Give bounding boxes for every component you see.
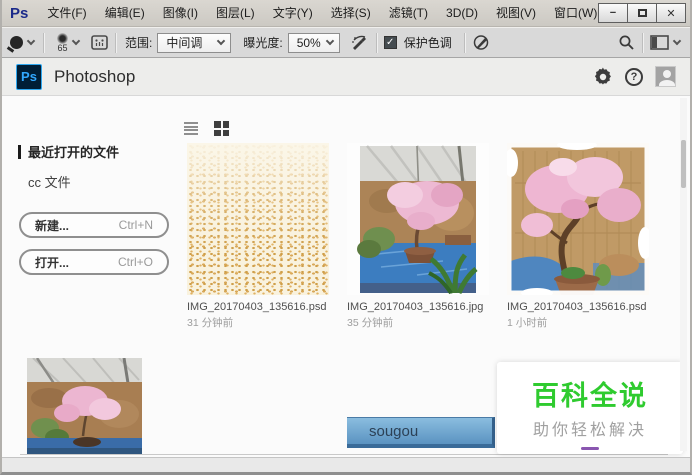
options-right-tools — [618, 32, 682, 53]
separator — [463, 32, 465, 53]
menu-type[interactable]: 文字(Y) — [264, 0, 322, 26]
workspace-switcher-icon[interactable] — [650, 35, 669, 50]
file-name: IMG_20170403_135616.psd — [507, 301, 647, 313]
exposure-label: 曝光度: — [243, 36, 283, 50]
menu-3d[interactable]: 3D(D) — [437, 0, 487, 26]
burn-tool-preset[interactable] — [10, 36, 36, 49]
separator — [375, 32, 377, 53]
ps-app-icon: Ps — [10, 4, 29, 22]
recent-files-label: 最近打开的文件 — [28, 145, 120, 160]
file-thumbnail-greenhouse-photo[interactable] — [27, 358, 142, 454]
open-file-button[interactable]: 打开... Ctrl+O — [19, 249, 169, 275]
chevron-down-icon — [672, 36, 682, 46]
sougou-label: sougou — [369, 422, 419, 440]
menu-select[interactable]: 选择(S) — [322, 0, 380, 26]
maximize-icon — [637, 9, 647, 17]
ps-badge-icon: Ps — [16, 63, 42, 90]
minimize-button[interactable]: − — [598, 3, 628, 23]
burn-tool-icon — [10, 36, 23, 49]
watermark-title: 百科全说 — [532, 381, 648, 411]
menu-image[interactable]: 图像(I) — [154, 0, 207, 26]
open-button-label: 打开... — [35, 255, 70, 270]
active-indicator — [18, 144, 21, 159]
app-title: Photoshop — [54, 66, 136, 86]
separator — [115, 32, 116, 53]
grid-view-toggle-icon[interactable] — [214, 121, 229, 136]
recent-file-card[interactable]: IMG_20170403_135616.psd 1 小时前 — [507, 143, 649, 330]
range-dropdown[interactable]: 中间调 — [157, 32, 232, 53]
watermark-dash — [581, 447, 599, 450]
pen-pressure-icon[interactable] — [472, 34, 491, 51]
tool-options-bar: 65 范围: 中间调 曝光度: 50% ✓ 保护色调 — [2, 27, 690, 58]
chevron-down-icon — [325, 36, 334, 46]
toggle-brush-panel-icon[interactable] — [91, 35, 108, 50]
file-time: 1 小时前 — [507, 317, 548, 329]
separator — [43, 32, 44, 53]
exposure-value: 50% — [296, 35, 321, 50]
sougou-ime-banner[interactable]: sougou — [347, 417, 495, 448]
chevron-down-icon — [26, 36, 36, 46]
exposure-dropdown[interactable]: 50% — [287, 32, 340, 53]
file-thumbnail-blossom-psd — [507, 143, 649, 295]
range-value: 中间调 — [166, 36, 203, 50]
gear-icon[interactable] — [593, 66, 613, 87]
menu-filter[interactable]: 滤镜(T) — [380, 0, 437, 26]
menu-layer[interactable]: 图层(L) — [207, 0, 264, 26]
watermark-card: 百科全说 助你轻松解决 — [497, 362, 683, 454]
menu-edit[interactable]: 编辑(E) — [96, 0, 154, 26]
menu-file[interactable]: 文件(F) — [38, 0, 95, 26]
brush-preset-picker[interactable]: 65 — [51, 33, 81, 53]
airbrush-icon[interactable] — [350, 34, 369, 51]
titlebar: Ps 文件(F) 编辑(E) 图像(I) 图层(L) 文字(Y) 选择(S) 滤… — [2, 0, 690, 27]
start-header: Ps Photoshop ? — [2, 58, 690, 96]
list-view-toggle-icon[interactable] — [184, 122, 198, 135]
separator — [642, 32, 643, 53]
recent-file-card[interactable]: IMG_20170403_135616.psd 31 分钟前 — [187, 143, 329, 330]
close-button[interactable]: ✕ — [656, 3, 686, 23]
sidebar-item-cc-files[interactable]: cc 文件 — [28, 172, 71, 191]
watermark-subtitle: 助你轻松解决 — [532, 422, 647, 439]
file-name: IMG_20170403_135616.psd — [187, 301, 327, 313]
window-controls: − ✕ — [598, 3, 686, 23]
help-icon[interactable]: ? — [625, 67, 643, 86]
window-bottom-frame — [2, 457, 690, 472]
user-avatar[interactable] — [655, 66, 676, 87]
brush-size-value: 65 — [57, 43, 68, 53]
divider — [20, 454, 668, 455]
header-icons: ? — [593, 66, 676, 87]
protect-tones-label: 保护色调 — [403, 36, 452, 50]
protect-tones-option[interactable]: ✓ 保护色调 — [383, 34, 457, 51]
scrollbar-thumb[interactable] — [681, 140, 686, 188]
start-workspace: Ps Photoshop ? 最近打开的文件 cc 文件 新建... Ctrl+… — [2, 58, 690, 457]
range-label: 范围: — [125, 36, 153, 50]
menu-view[interactable]: 视图(V) — [487, 0, 545, 26]
file-name: IMG_20170403_135616.jpg — [347, 301, 484, 313]
file-time: 35 分钟前 — [347, 317, 394, 329]
photoshop-window: Ps 文件(F) 编辑(E) 图像(I) 图层(L) 文字(Y) 选择(S) 滤… — [0, 0, 692, 475]
file-thumbnail-bonsai-photo — [347, 143, 489, 295]
file-thumbnail-posterized — [187, 143, 329, 295]
maximize-button[interactable] — [627, 3, 657, 23]
sidebar-item-recent-files[interactable]: 最近打开的文件 — [18, 142, 119, 161]
new-file-button[interactable]: 新建... Ctrl+N — [19, 212, 169, 238]
search-icon[interactable] — [618, 34, 635, 51]
chevron-down-icon — [217, 36, 226, 46]
open-button-shortcut: Ctrl+O — [117, 255, 153, 269]
chevron-down-icon — [71, 36, 81, 46]
new-button-label: 新建... — [35, 218, 70, 233]
recent-file-card[interactable]: IMG_20170403_135616.jpg 35 分钟前 — [347, 143, 489, 330]
protect-tones-checkbox[interactable]: ✓ — [383, 36, 397, 49]
file-time: 31 分钟前 — [187, 317, 234, 329]
new-button-shortcut: Ctrl+N — [118, 218, 153, 232]
brush-preview-icon: 65 — [57, 33, 68, 53]
